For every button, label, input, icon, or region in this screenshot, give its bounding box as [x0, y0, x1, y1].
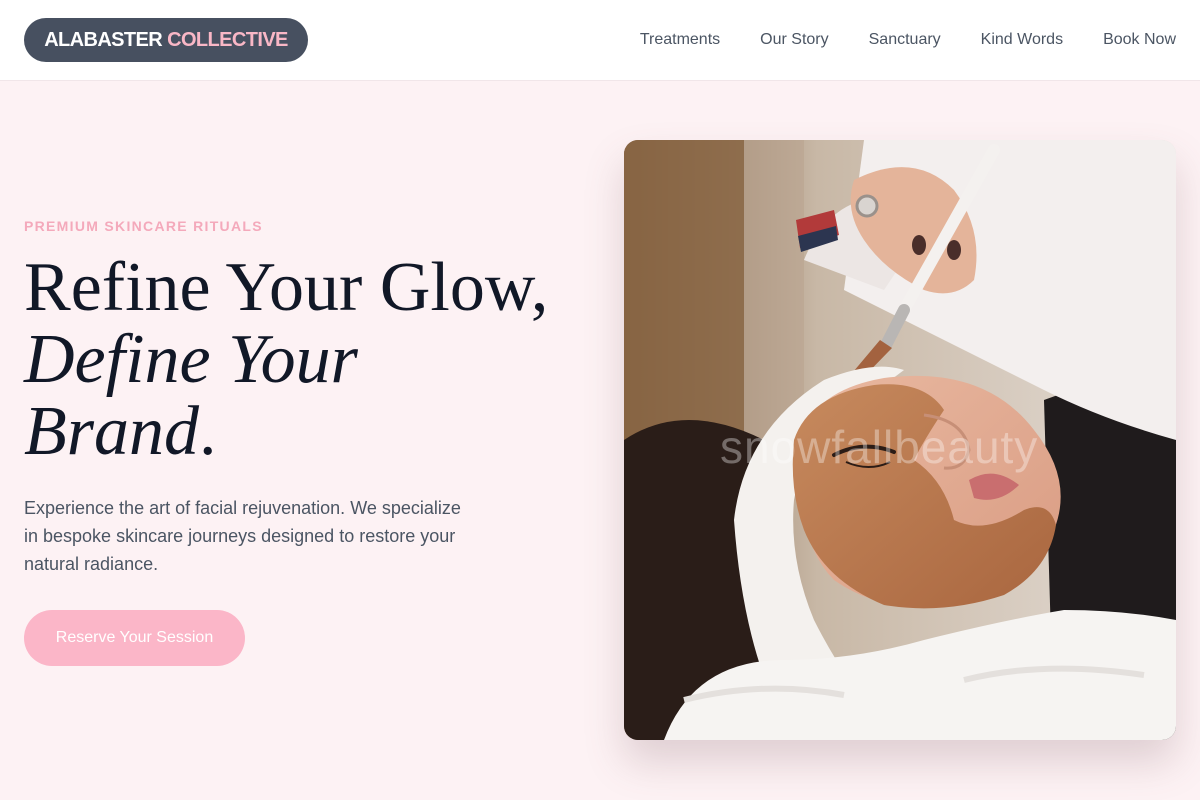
image-watermark: snowfallbeauty [720, 421, 1039, 473]
nav-link-sanctuary[interactable]: Sanctuary [869, 31, 941, 49]
hero-image: snowfallbeauty [624, 140, 1176, 740]
headline-line-3: Brand. [24, 396, 604, 468]
nav-link-kind-words[interactable]: Kind Words [981, 31, 1063, 49]
hero-eyebrow: PREMIUM SKINCARE RITUALS [24, 218, 263, 234]
site-header: ALABASTER COLLECTIVE Treatments Our Stor… [0, 0, 1200, 81]
reserve-session-button[interactable]: Reserve Your Session [24, 610, 245, 666]
main-nav: Treatments Our Story Sanctuary Kind Word… [640, 0, 1176, 80]
brand-name-accent: COLLECTIVE [167, 28, 288, 51]
hero-headline: Refine Your Glow, Define Your Brand. [24, 252, 604, 468]
hero-description: Experience the art of facial rejuvenatio… [24, 498, 461, 574]
headline-period: . [199, 393, 217, 470]
brand-name-primary: ALABASTER [44, 28, 163, 51]
headline-line-1: Refine Your Glow, [24, 249, 549, 326]
headline-line-2: Define Your [24, 321, 358, 398]
nav-link-book-now[interactable]: Book Now [1103, 31, 1176, 49]
headline-line-3-text: Brand [24, 393, 199, 470]
nav-link-our-story[interactable]: Our Story [760, 31, 828, 49]
brand-logo[interactable]: ALABASTER COLLECTIVE [24, 18, 308, 62]
nav-link-treatments[interactable]: Treatments [640, 31, 720, 49]
